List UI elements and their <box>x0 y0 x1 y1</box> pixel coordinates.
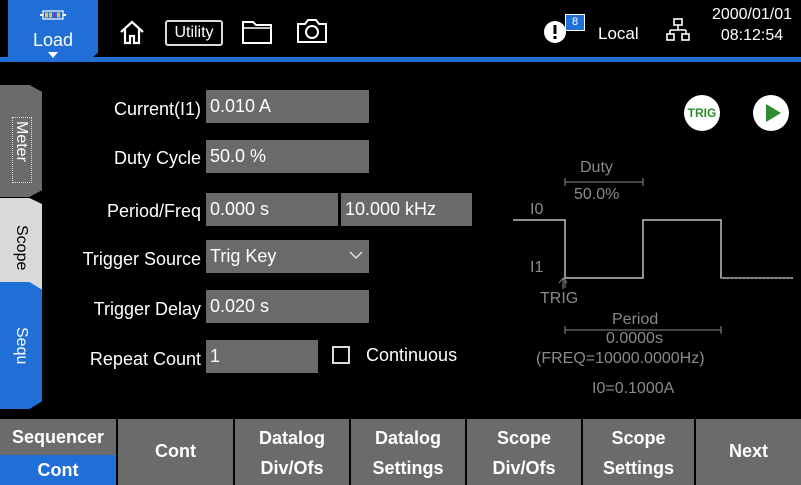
trigger-delay-field[interactable]: 0.020 s <box>206 290 369 323</box>
trig-arrow-icon <box>558 277 568 289</box>
camera-icon[interactable] <box>296 17 328 45</box>
play-icon <box>766 104 781 122</box>
sequencer-softkey-value: Cont <box>0 455 116 485</box>
period-label: Period <box>612 311 659 328</box>
period-value: 0.0000s <box>606 330 663 347</box>
softkey-line2: Div/Ofs <box>492 458 556 478</box>
time-text: 08:12:54 <box>720 27 784 44</box>
sequencer-softkey[interactable]: Sequencer Cont <box>0 419 118 485</box>
tab-sequ[interactable]: Sequ <box>0 282 42 409</box>
next-softkey[interactable]: Next <box>696 419 801 485</box>
chevron-down-icon <box>349 251 363 260</box>
trigger-source-value: Trig Key <box>210 246 277 266</box>
current-label: Current(I1) <box>113 99 201 119</box>
frequency-field[interactable]: 10.000 kHz <box>341 193 472 226</box>
continuous-checkbox[interactable] <box>332 346 350 364</box>
softkey-line2: Settings <box>602 458 674 478</box>
current-field[interactable]: 0.010 A <box>206 90 369 123</box>
chevron-down-icon <box>48 52 58 58</box>
softkey-line1: Scope <box>611 428 666 448</box>
frequency-text: (FREQ=10000.0000Hz) <box>536 350 705 367</box>
trig-label: TRIG <box>540 290 579 307</box>
run-button[interactable] <box>753 95 789 131</box>
top-bar: Load Utility 8 Local 2000/01/01 08:12:54 <box>0 0 801 62</box>
softkey-line1: Scope <box>496 428 552 448</box>
datalog-divofs-softkey[interactable]: Datalog Div/Ofs <box>235 419 351 485</box>
date-text: 2000/01/01 <box>711 6 793 23</box>
repeat-count-label: Repeat Count <box>89 349 201 369</box>
repeat-count-field[interactable]: 1 <box>206 340 318 373</box>
softkey-bar: Sequencer Cont Cont Datalog Div/Ofs Data… <box>0 419 801 485</box>
alert-count-badge: 8 <box>565 14 585 31</box>
trigger-source-label: Trigger Source <box>82 249 201 269</box>
duty-cycle-label: Duty Cycle <box>113 148 201 168</box>
datalog-settings-softkey[interactable]: Datalog Settings <box>351 419 467 485</box>
cont-softkey[interactable]: Cont <box>118 419 235 485</box>
home-icon[interactable] <box>118 18 146 46</box>
softkey-line2: Settings <box>372 458 444 478</box>
softkey-line1: Datalog <box>374 428 441 448</box>
scope-settings-softkey[interactable]: Scope Settings <box>583 419 696 485</box>
tab-meter[interactable]: Meter <box>0 85 42 197</box>
folder-icon[interactable] <box>241 18 273 46</box>
datetime: 2000/01/01 08:12:54 <box>706 4 798 46</box>
trigger-delay-label: Trigger Delay <box>93 299 201 319</box>
tab-sequ-label: Sequ <box>13 326 30 365</box>
softkey-line1: Datalog <box>258 428 325 448</box>
continuous-label: Continuous <box>366 345 458 365</box>
utility-button[interactable]: Utility <box>165 20 223 46</box>
i0-label: I0 <box>530 201 544 218</box>
trig-button[interactable]: TRIG <box>684 95 720 131</box>
trigger-source-select[interactable]: Trig Key <box>206 240 369 273</box>
load-battery-icon <box>40 10 66 20</box>
next-softkey-label: Next <box>728 441 768 461</box>
alert-icon[interactable] <box>543 20 567 44</box>
tab-meter-label: Meter <box>13 120 30 162</box>
duty-label: Duty <box>580 159 613 176</box>
load-tab-label: Load <box>32 30 74 50</box>
period-freq-label: Period/Freq <box>106 201 201 221</box>
top-bar-accent-line <box>0 57 801 62</box>
network-icon <box>666 18 690 41</box>
local-status: Local <box>598 24 639 43</box>
i1-label: I1 <box>530 259 544 276</box>
sequencer-softkey-title: Sequencer <box>11 427 105 447</box>
waveform-diagram <box>513 178 793 288</box>
scope-divofs-softkey[interactable]: Scope Div/Ofs <box>467 419 583 485</box>
duty-value: 50.0% <box>574 186 620 203</box>
load-tab[interactable]: Load <box>8 0 98 62</box>
cont-softkey-label: Cont <box>155 441 196 461</box>
duty-cycle-field[interactable]: 50.0 % <box>206 140 369 173</box>
i0-value: I0=0.1000A <box>592 380 675 397</box>
softkey-line2: Div/Ofs <box>260 458 324 478</box>
period-field[interactable]: 0.000 s <box>206 193 338 226</box>
